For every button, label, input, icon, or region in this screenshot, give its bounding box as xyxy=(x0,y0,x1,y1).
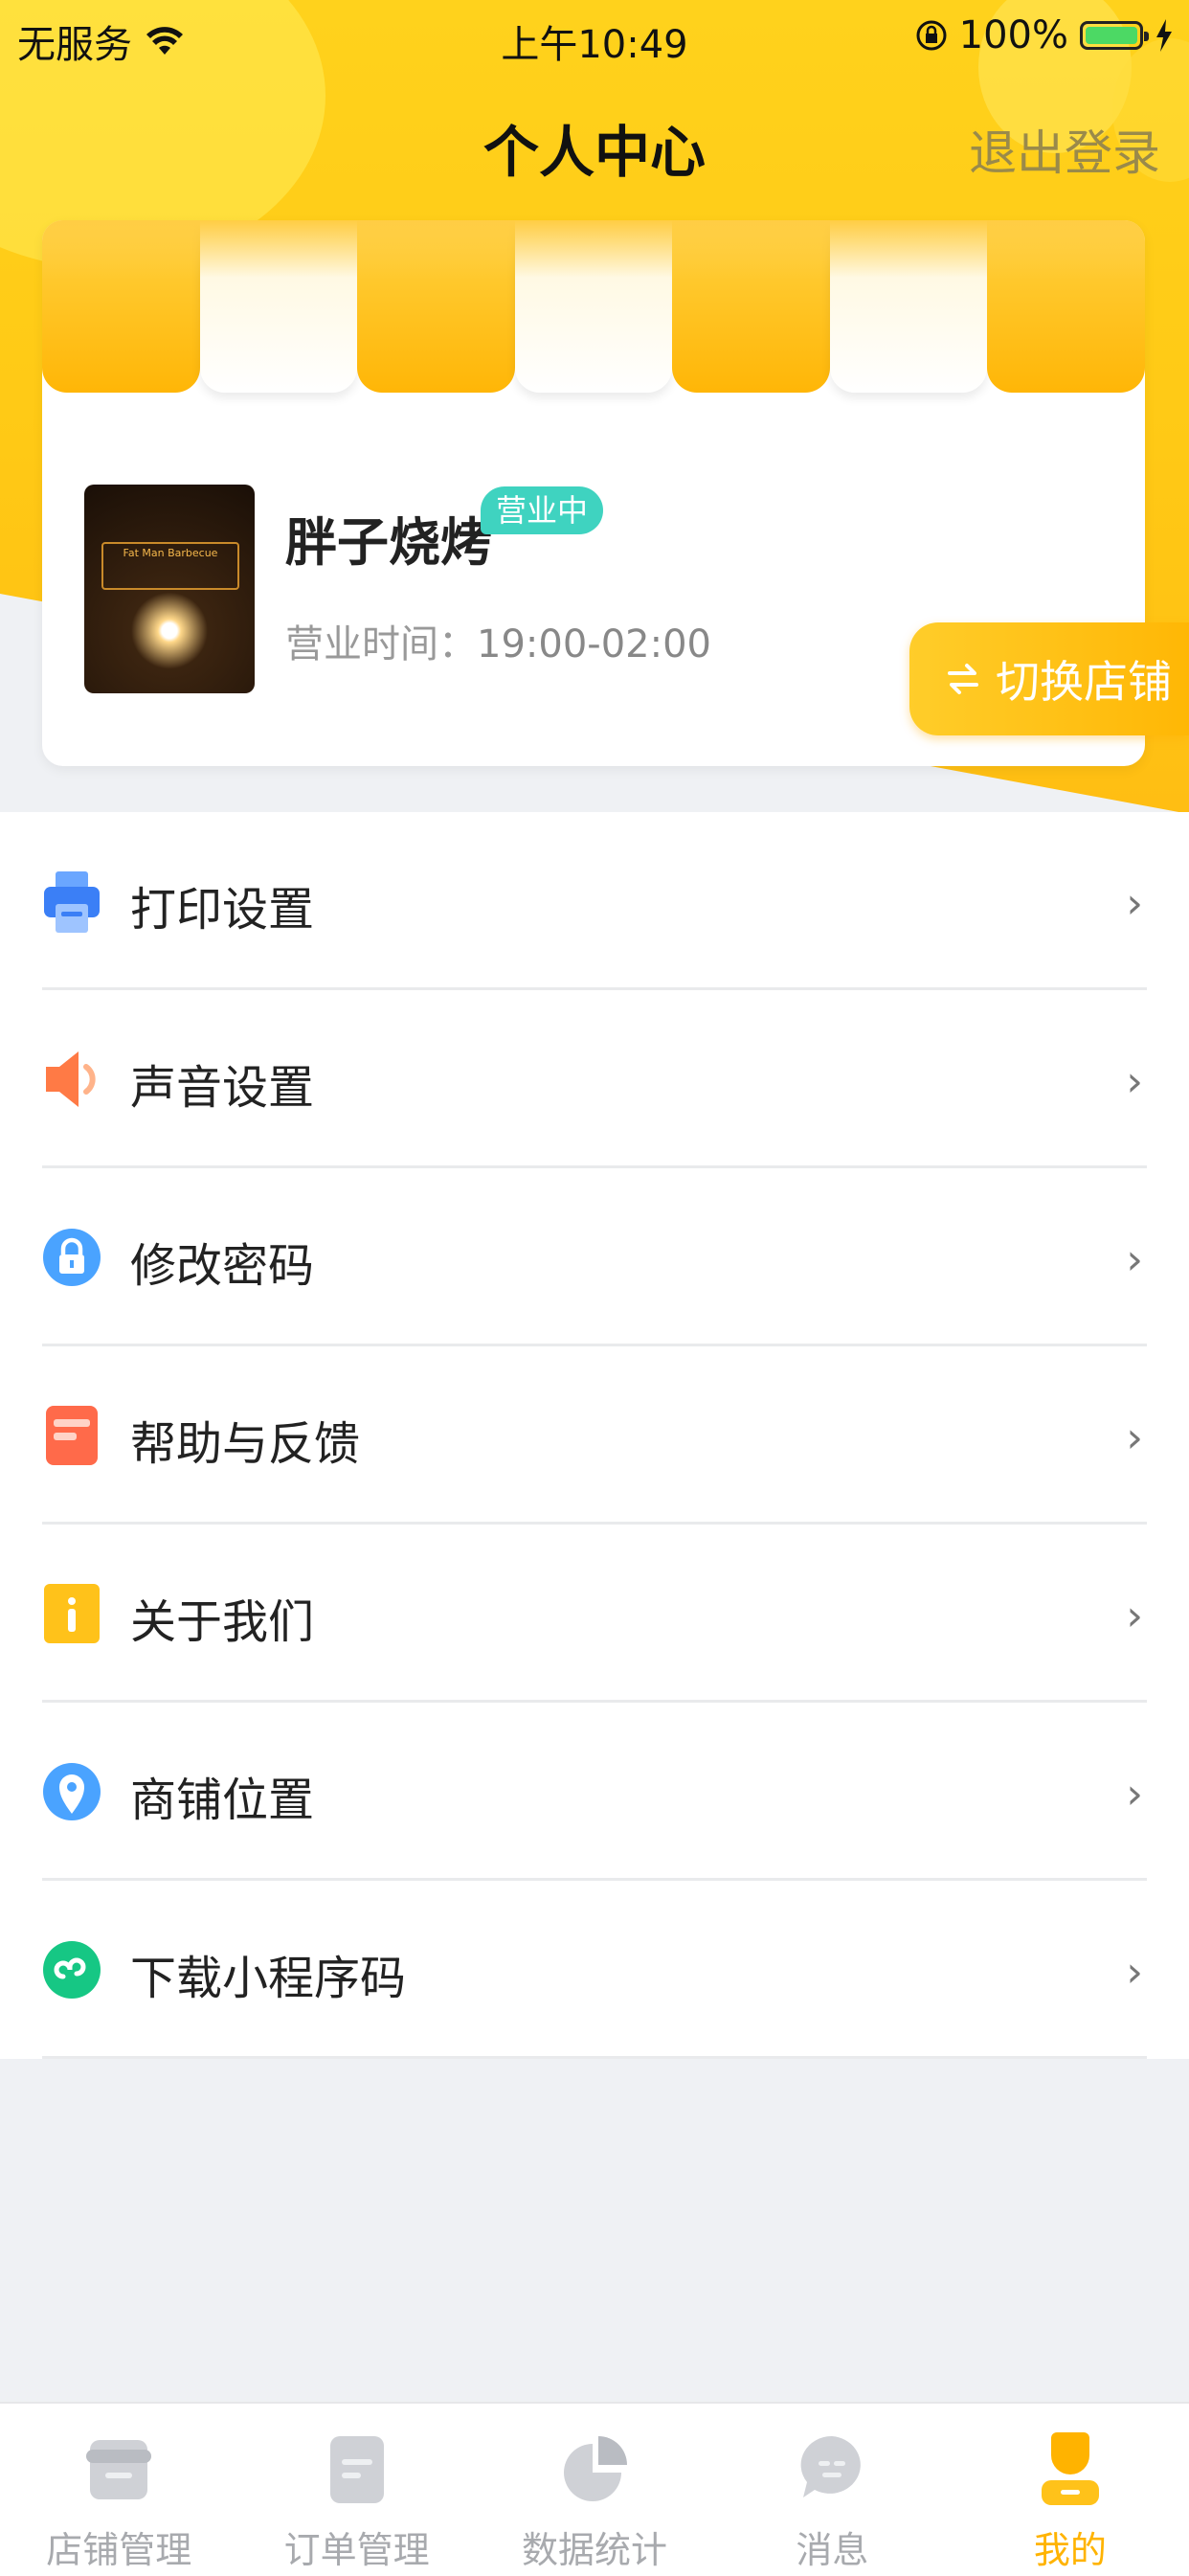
status-badge: 营业中 xyxy=(481,486,604,534)
menu-item-label: 声音设置 xyxy=(130,1061,315,1115)
tab-data-statistics[interactable]: 数据统计 xyxy=(476,2404,713,2576)
charging-icon xyxy=(1156,19,1172,52)
chevron-right-icon: › xyxy=(1126,1770,1143,1819)
chevron-right-icon: › xyxy=(1126,1057,1143,1106)
menu-item-label: 关于我们 xyxy=(130,1595,315,1649)
chevron-right-icon: › xyxy=(1126,879,1143,928)
menu-item-change-password[interactable]: 修改密码 › xyxy=(0,1168,1189,1346)
help-feedback-icon xyxy=(46,1406,98,1465)
pie-chart-icon xyxy=(564,2436,628,2501)
tab-store-management[interactable]: 店铺管理 xyxy=(0,2404,237,2576)
tab-mine[interactable]: 我的 xyxy=(952,2404,1189,2576)
store-icon xyxy=(86,2440,152,2499)
menu-item-label: 修改密码 xyxy=(130,1239,315,1293)
speaker-icon xyxy=(46,1051,96,1107)
order-icon xyxy=(329,2436,384,2503)
orientation-lock-icon xyxy=(916,20,947,51)
status-bar: 无服务 上午10:49 100% xyxy=(0,0,1189,73)
location-pin-icon xyxy=(43,1763,101,1820)
business-hours-label: 营业时间： xyxy=(285,622,477,667)
tab-label: 我的 xyxy=(1033,2529,1107,2571)
logout-button[interactable]: 退出登录 xyxy=(969,115,1160,184)
menu-item-sound-settings[interactable]: 声音设置 › xyxy=(0,990,1189,1168)
switch-shop-button[interactable]: 切换店铺 xyxy=(909,622,1189,735)
lock-icon xyxy=(43,1229,101,1286)
shop-photo[interactable]: Fat Man Barbecue xyxy=(84,485,255,693)
printer-icon xyxy=(44,871,100,933)
shop-photo-sign: Fat Man Barbecue xyxy=(101,542,239,590)
business-hours: 营业时间：19:00-02:00 xyxy=(285,613,711,668)
message-icon xyxy=(801,2435,862,2497)
tab-label: 订单管理 xyxy=(283,2529,430,2571)
mini-program-icon xyxy=(43,1941,101,1999)
info-icon xyxy=(44,1584,100,1643)
menu-item-label: 下载小程序码 xyxy=(130,1952,407,2005)
menu-item-about-us[interactable]: 关于我们 › xyxy=(0,1525,1189,1703)
tab-label: 数据统计 xyxy=(522,2529,668,2571)
chevron-right-icon: › xyxy=(1126,1948,1143,1997)
switch-shop-label: 切换店铺 xyxy=(996,656,1172,708)
menu-item-label: 帮助与反馈 xyxy=(130,1417,361,1471)
switch-arrows-icon xyxy=(948,664,978,694)
menu-item-download-mini-program[interactable]: 下载小程序码 › xyxy=(0,1881,1189,2059)
tab-label: 店铺管理 xyxy=(46,2529,192,2571)
battery-icon xyxy=(1080,21,1149,50)
chevron-right-icon: › xyxy=(1126,1592,1143,1640)
menu-item-label: 商铺位置 xyxy=(130,1774,315,1827)
menu-item-label: 打印设置 xyxy=(130,883,315,937)
profile-icon xyxy=(1041,2432,1099,2505)
shop-name: 胖子烧烤 xyxy=(285,512,492,573)
business-hours-value: 19:00-02:00 xyxy=(477,622,711,667)
chevron-right-icon: › xyxy=(1126,1235,1143,1284)
menu-item-shop-location[interactable]: 商铺位置 › xyxy=(0,1703,1189,1881)
tab-messages[interactable]: 消息 xyxy=(713,2404,951,2576)
tab-label: 消息 xyxy=(796,2529,869,2571)
tab-order-management[interactable]: 订单管理 xyxy=(237,2404,475,2576)
settings-menu: 打印设置 › 声音设置 › 修改密码 › 帮助与反馈 › 关于我们 › 商铺位置… xyxy=(0,812,1189,2059)
menu-item-print-settings[interactable]: 打印设置 › xyxy=(0,812,1189,990)
tab-bar: 店铺管理 订单管理 数据统计 消息 我的 xyxy=(0,2402,1189,2576)
menu-item-help-feedback[interactable]: 帮助与反馈 › xyxy=(0,1346,1189,1525)
battery-percent: 100% xyxy=(958,13,1068,57)
chevron-right-icon: › xyxy=(1126,1413,1143,1462)
